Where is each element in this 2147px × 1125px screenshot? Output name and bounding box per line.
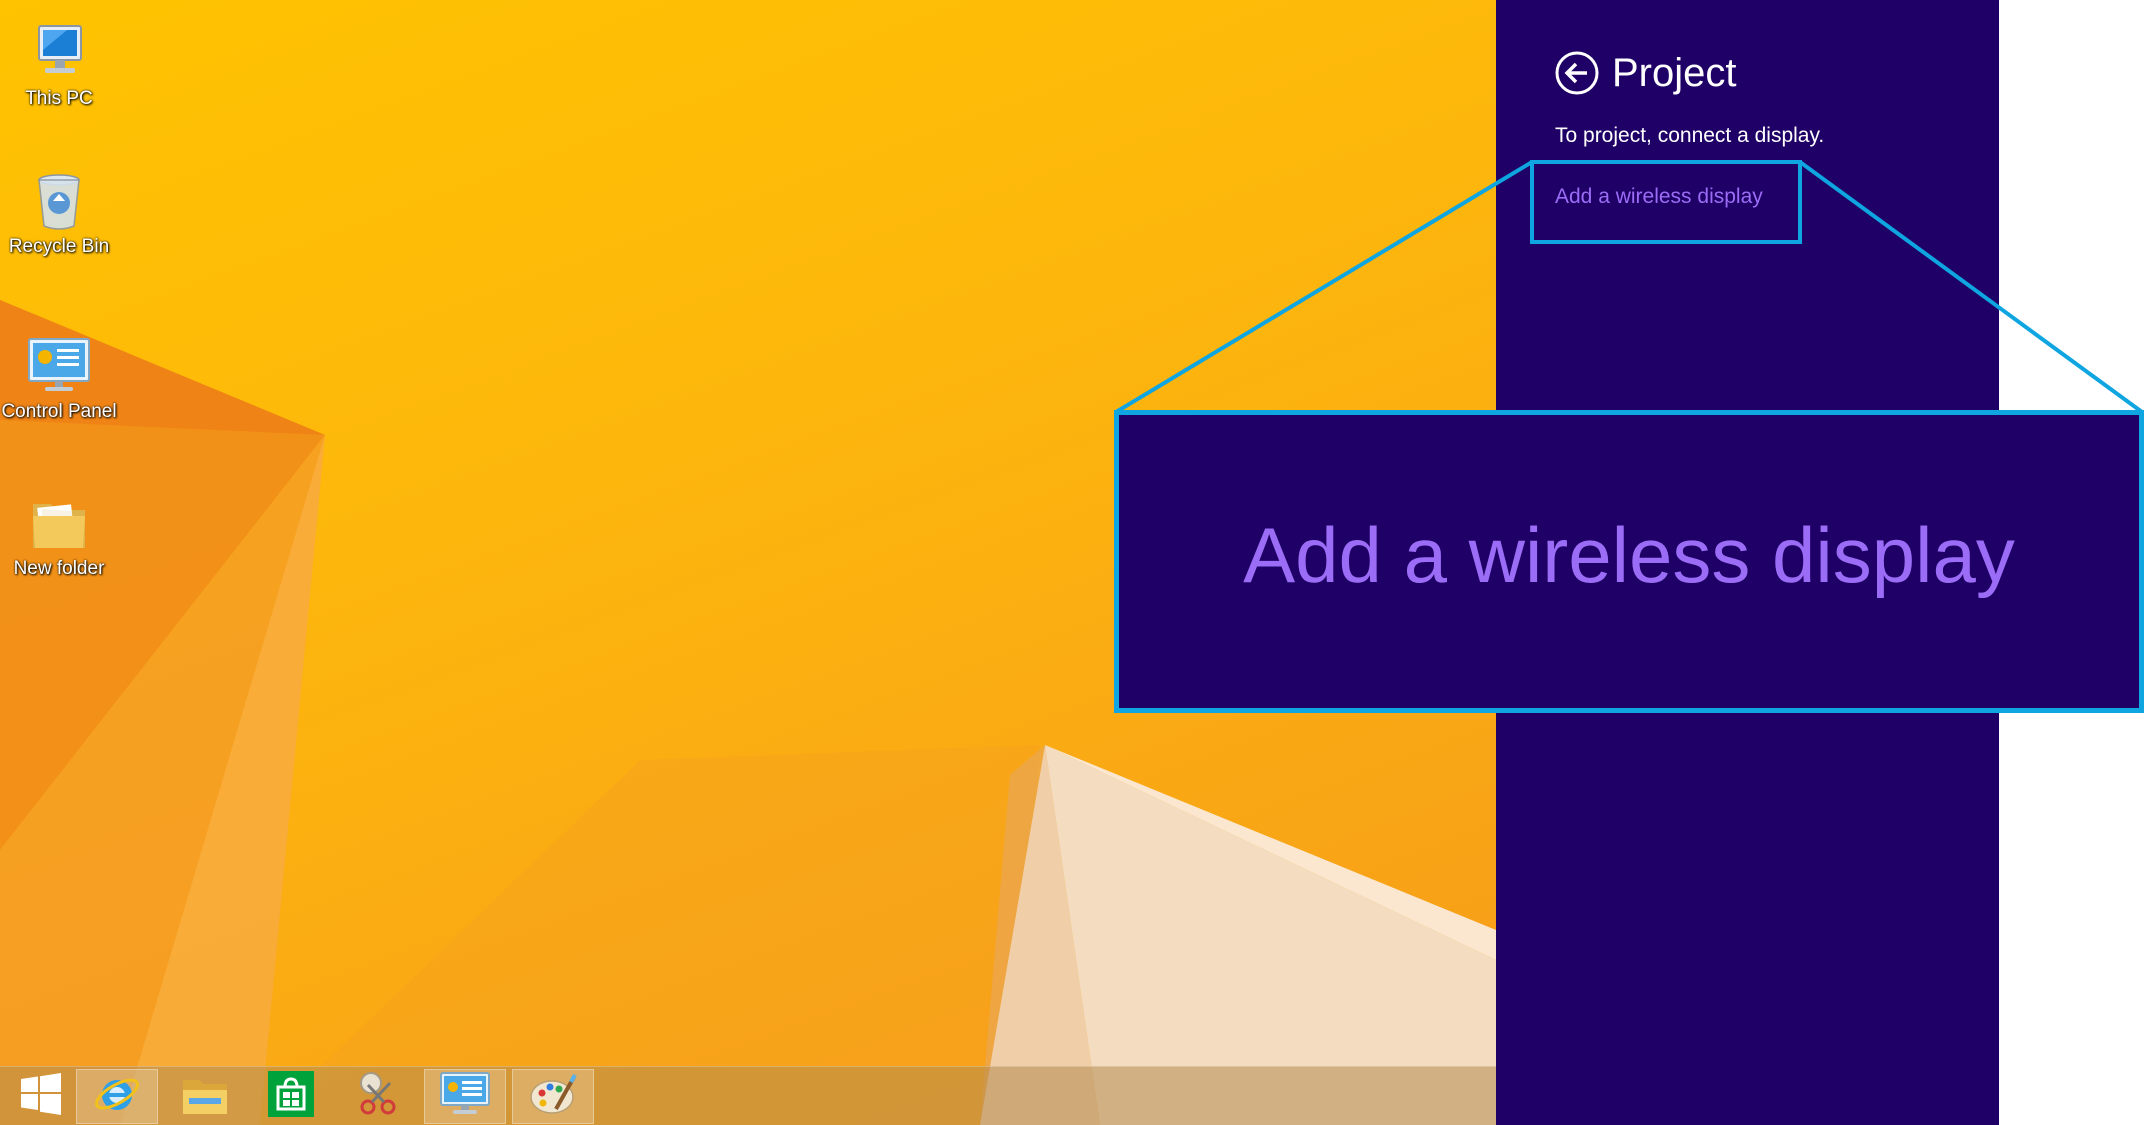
taskbar-file-explorer[interactable] [164, 1069, 246, 1124]
windows-start-icon [19, 1072, 63, 1121]
recycle-bin-icon [27, 168, 91, 232]
desktop-icon-this-pc[interactable]: This PC [0, 20, 118, 110]
taskbar-store[interactable] [250, 1069, 332, 1124]
page-title: Project [1612, 50, 1737, 95]
control-panel-icon [439, 1071, 491, 1122]
desktop-icon-recycle-bin[interactable]: Recycle Bin [0, 168, 118, 258]
computer-icon [27, 20, 91, 84]
taskbar-paint[interactable] [512, 1069, 594, 1124]
back-arrow-icon[interactable] [1554, 50, 1600, 96]
file-explorer-icon [181, 1072, 229, 1121]
snipping-tool-icon [354, 1069, 404, 1124]
control-panel-icon [27, 333, 91, 397]
desktop-icon-label: New folder [13, 558, 105, 579]
paint-icon [528, 1071, 578, 1122]
store-icon [268, 1071, 314, 1122]
taskbar-internet-explorer[interactable] [76, 1069, 158, 1124]
desktop-icon-label: This PC [25, 88, 93, 109]
taskbar-control-panel[interactable] [424, 1069, 506, 1124]
zoom-callout: Add a wireless display [1114, 410, 2144, 713]
desktop-icon-label: Recycle Bin [8, 236, 110, 257]
folder-icon [27, 490, 91, 554]
highlight-box [1530, 160, 1802, 244]
charm-description: To project, connect a display. [1555, 124, 1825, 147]
internet-explorer-icon [92, 1069, 142, 1124]
desktop-icon-new-folder[interactable]: New folder [0, 490, 118, 580]
taskbar-snipping-tool[interactable] [338, 1069, 420, 1124]
desktop-icon-control-panel[interactable]: Control Panel [0, 333, 118, 423]
taskbar [0, 1066, 1496, 1125]
desktop-icon-label: Control Panel [1, 401, 117, 422]
start-button[interactable] [0, 1069, 82, 1124]
zoom-callout-text: Add a wireless display [1243, 511, 2015, 599]
charm-header: Project [1554, 50, 1737, 96]
